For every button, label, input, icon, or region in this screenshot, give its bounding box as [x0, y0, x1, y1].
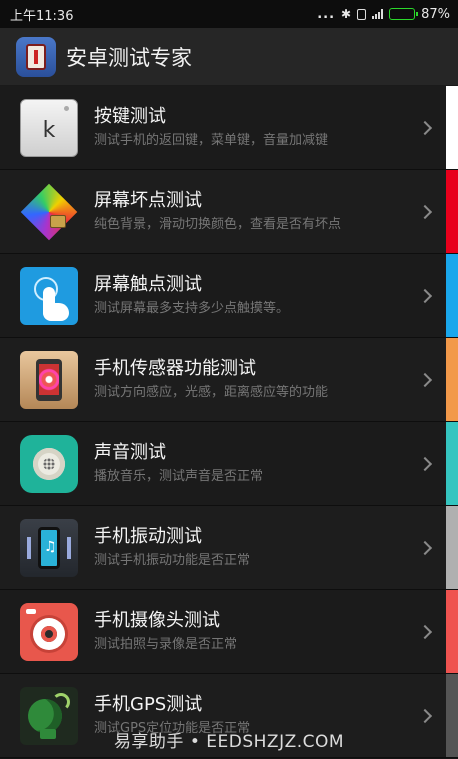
item-title: 手机传感器功能测试 [94, 357, 256, 379]
list-item-sensor-test[interactable]: 手机传感器功能测试测试方向感应，光感，距离感应等的功能 [0, 338, 458, 422]
chevron-right-icon [417, 120, 433, 135]
item-description: 测试拍照与录像是否正常 [94, 636, 238, 652]
status-icons: ... ✱ 87% [317, 7, 450, 22]
item-title: 手机GPS测试 [94, 693, 203, 715]
item-title: 声音测试 [94, 441, 166, 463]
item-description: 测试方向感应，光感，距离感应等的功能 [94, 384, 329, 400]
camera-icon [20, 602, 78, 661]
notification-dots: ... [317, 6, 336, 22]
status-time: 上午11:36 [10, 8, 74, 24]
status-bar: 上午11:36 ... ✱ 87% [0, 0, 458, 28]
watermark-text: 易享助手 • EEDSHZJZ.COM [113, 732, 345, 752]
chevron-right-icon [417, 372, 433, 387]
signal-icon [372, 9, 384, 19]
item-title: 手机振动测试 [94, 525, 202, 547]
color-stripe [446, 170, 458, 253]
dead-pixel-icon [20, 183, 78, 241]
color-stripe [446, 86, 458, 169]
touch-icon [20, 266, 78, 325]
chevron-right-icon [417, 204, 433, 219]
bluetooth-icon: ✱ [341, 7, 352, 21]
list-item-vibration-test[interactable]: ♫ 手机振动测试测试手机振动功能是否正常 [0, 506, 458, 590]
color-stripe [446, 590, 458, 673]
list-item-sound-test[interactable]: 声音测试播放音乐，测试声音是否正常 [0, 422, 458, 506]
chevron-right-icon [417, 624, 433, 639]
item-title: 按键测试 [94, 105, 166, 127]
battery-percent: 87% [421, 6, 450, 22]
item-title: 屏幕触点测试 [94, 273, 202, 295]
speaker-icon [20, 434, 78, 493]
sensor-icon [20, 350, 78, 409]
chevron-right-icon [417, 456, 433, 471]
item-description: 播放音乐，测试声音是否正常 [94, 468, 264, 484]
color-stripe [446, 506, 458, 589]
chevron-right-icon [417, 708, 433, 723]
item-title: 屏幕坏点测试 [94, 189, 202, 211]
color-stripe [446, 422, 458, 505]
app-logo-icon [16, 36, 56, 77]
color-stripe [446, 338, 458, 421]
list-item-touch-test[interactable]: 屏幕触点测试测试屏幕最多支持多少点触摸等。 [0, 254, 458, 338]
keyboard-key-icon: k [20, 98, 78, 157]
item-description: 测试手机的返回键，菜单键，音量加减键 [94, 132, 329, 148]
item-description: 测试屏幕最多支持多少点触摸等。 [94, 300, 290, 316]
list-item-camera-test[interactable]: 手机摄像头测试测试拍照与录像是否正常 [0, 590, 458, 674]
vibration-icon: ♫ [20, 518, 78, 577]
list-item-key-test[interactable]: k 按键测试测试手机的返回键，菜单键，音量加减键 [0, 86, 458, 170]
chevron-right-icon [417, 540, 433, 555]
list-item-dead-pixel-test[interactable]: 屏幕坏点测试纯色背景，滑动切换颜色，查看是否有坏点 [0, 170, 458, 254]
color-stripe [446, 254, 458, 337]
alarm-icon [357, 8, 367, 20]
test-list: k 按键测试测试手机的返回键，菜单键，音量加减键 屏幕坏点测试纯色背景，滑动切换… [0, 86, 458, 759]
item-title: 手机摄像头测试 [94, 609, 220, 631]
item-description: 纯色背景，滑动切换颜色，查看是否有坏点 [94, 216, 342, 232]
item-description: 测试手机振动功能是否正常 [94, 552, 251, 568]
page-title: 安卓测试专家 [66, 45, 192, 70]
chevron-right-icon [417, 288, 433, 303]
battery-icon [389, 8, 419, 20]
app-header: 安卓测试专家 [0, 28, 458, 86]
